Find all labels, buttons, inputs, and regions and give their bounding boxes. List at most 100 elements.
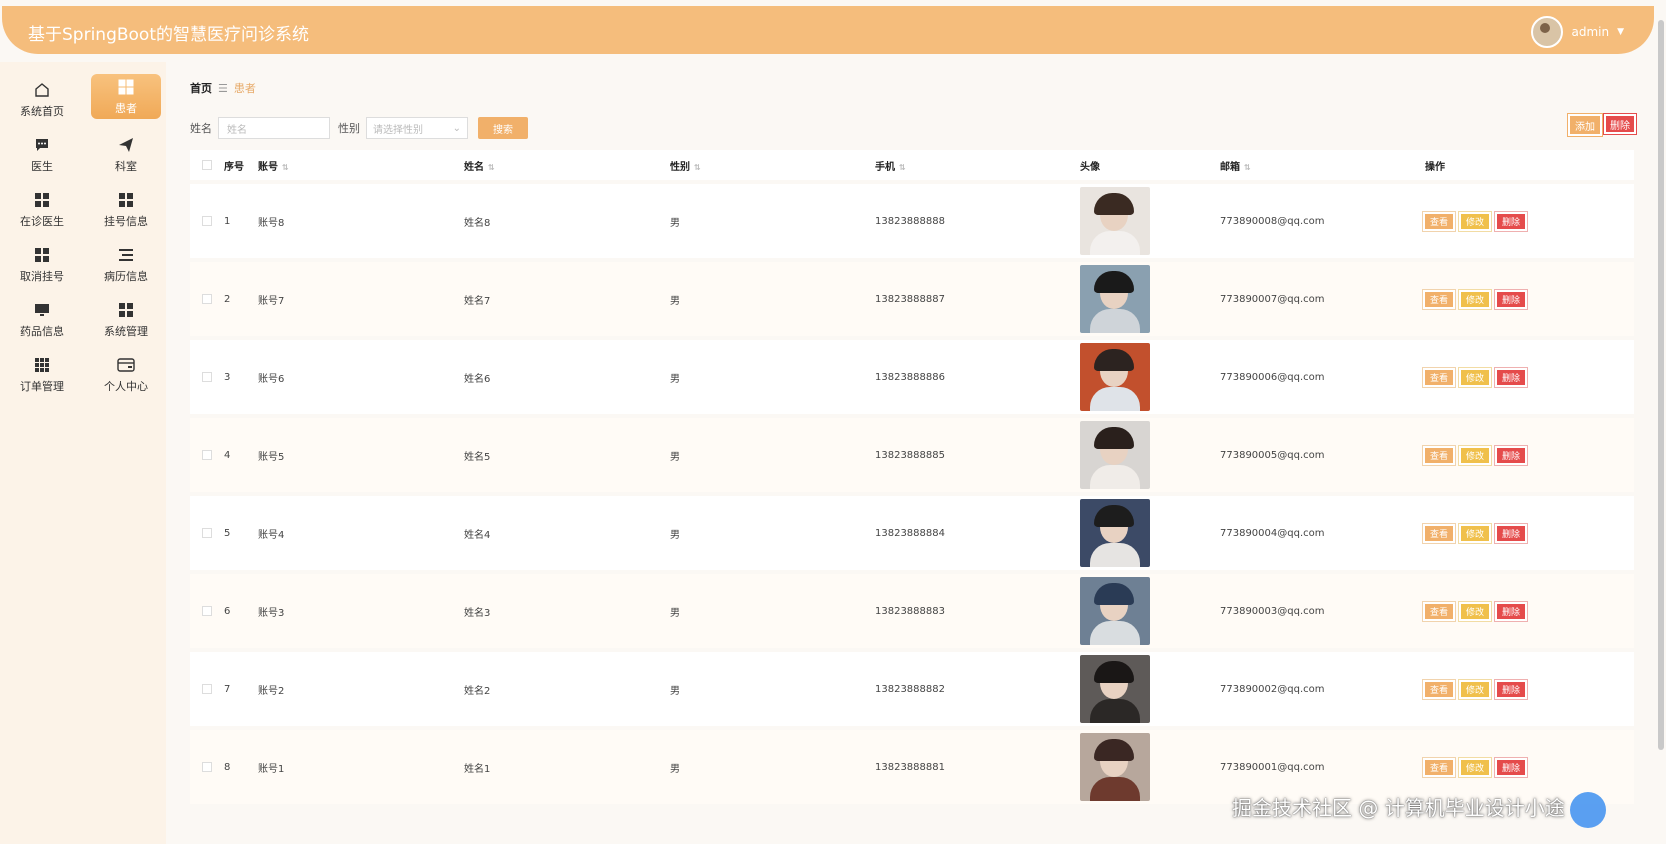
avatar[interactable] (1080, 421, 1150, 489)
view-button[interactable]: 查看 (1425, 525, 1453, 541)
add-button[interactable]: 添加 (1570, 116, 1600, 134)
delete-button[interactable]: 删除 (1497, 213, 1525, 229)
col-header-account[interactable]: 账号 ⇅ (258, 158, 464, 173)
delete-button[interactable]: 删除 (1497, 759, 1525, 775)
table-row[interactable]: 5 账号4 姓名4 男 13823888884 773890004@qq.com… (190, 496, 1634, 570)
cell-email: 773890005@qq.com (1220, 449, 1325, 461)
sidebar-item-label: 科室 (115, 159, 137, 173)
table-row[interactable]: 4 账号5 姓名5 男 13823888885 773890005@qq.com… (190, 418, 1634, 492)
view-button[interactable]: 查看 (1425, 603, 1453, 619)
sidebar-item-profile[interactable]: 个人中心 (84, 347, 168, 402)
name-search-input[interactable]: 姓名 (218, 117, 330, 139)
edit-button[interactable]: 修改 (1461, 603, 1489, 619)
edit-button[interactable]: 修改 (1461, 447, 1489, 463)
cell-gender: 男 (670, 763, 680, 775)
sort-icon[interactable]: ⇅ (694, 163, 701, 172)
sidebar-item-departments[interactable]: 科室 (84, 127, 168, 182)
avatar[interactable] (1080, 265, 1150, 333)
delete-button[interactable]: 删除 (1497, 291, 1525, 307)
cell-account: 账号8 (258, 217, 285, 229)
row-checkbox[interactable] (202, 684, 212, 694)
sidebar-item-drugs[interactable]: 药品信息 (0, 292, 84, 347)
edit-button[interactable]: 修改 (1461, 759, 1489, 775)
sidebar-item-medical-records[interactable]: 病历信息 (84, 237, 168, 292)
cell-account: 账号2 (258, 685, 285, 697)
sidebar-item-cancel-registration[interactable]: 取消挂号 (0, 237, 84, 292)
grid-icon (33, 191, 51, 209)
sidebar-item-patients[interactable]: 患者 (91, 74, 161, 119)
cell-account: 账号6 (258, 373, 285, 385)
table-row[interactable]: 1 账号8 姓名8 男 13823888888 773890008@qq.com… (190, 184, 1634, 258)
avatar[interactable] (1080, 577, 1150, 645)
view-button[interactable]: 查看 (1425, 291, 1453, 307)
sort-icon[interactable]: ⇅ (488, 163, 495, 172)
chat-icon (33, 136, 51, 154)
cell-email: 773890007@qq.com (1220, 293, 1325, 305)
col-header-gender[interactable]: 性别 ⇅ (670, 158, 875, 173)
table-row[interactable]: 2 账号7 姓名7 男 13823888887 773890007@qq.com… (190, 262, 1634, 336)
table-row[interactable]: 6 账号3 姓名3 男 13823888883 773890003@qq.com… (190, 574, 1634, 648)
view-button[interactable]: 查看 (1425, 681, 1453, 697)
grid-icon (117, 301, 135, 319)
sidebar-item-system-admin[interactable]: 系统管理 (84, 292, 168, 347)
delete-button[interactable]: 删除 (1497, 447, 1525, 463)
breadcrumb-home[interactable]: 首页 (190, 80, 212, 96)
row-checkbox[interactable] (202, 762, 212, 772)
sidebar-item-on-duty-doctors[interactable]: 在诊医生 (0, 182, 84, 237)
avatar[interactable] (1080, 187, 1150, 255)
delete-button[interactable]: 删除 (1497, 369, 1525, 385)
user-avatar[interactable] (1531, 16, 1564, 48)
search-button[interactable]: 搜索 (478, 117, 528, 139)
row-checkbox[interactable] (202, 372, 212, 382)
sort-icon[interactable]: ⇅ (282, 163, 289, 172)
avatar[interactable] (1080, 499, 1150, 567)
col-header-label: 性别 (670, 161, 690, 173)
delete-button[interactable]: 删除 (1497, 681, 1525, 697)
sidebar-item-registration[interactable]: 挂号信息 (84, 182, 168, 237)
edit-button[interactable]: 修改 (1461, 291, 1489, 307)
col-header-name[interactable]: 姓名 ⇅ (464, 158, 670, 173)
chevron-down-icon[interactable]: ▼ (1617, 27, 1624, 37)
table-row[interactable]: 3 账号6 姓名6 男 13823888886 773890006@qq.com… (190, 340, 1634, 414)
row-checkbox[interactable] (202, 606, 212, 616)
delete-button[interactable]: 删除 (1497, 603, 1525, 619)
user-menu[interactable]: admin ▼ (1531, 16, 1624, 48)
col-header-email[interactable]: 邮箱 ⇅ (1220, 158, 1425, 173)
row-checkbox[interactable] (202, 450, 212, 460)
edit-button[interactable]: 修改 (1461, 369, 1489, 385)
avatar[interactable] (1080, 655, 1150, 723)
sidebar-item-label: 病历信息 (104, 269, 148, 283)
row-checkbox[interactable] (202, 294, 212, 304)
cell-name: 姓名4 (464, 529, 491, 541)
avatar[interactable] (1080, 343, 1150, 411)
row-checkbox[interactable] (202, 216, 212, 226)
bulk-delete-button[interactable]: 删除 (1606, 116, 1634, 132)
gender-select[interactable]: 请选择性别 ⌄ (366, 117, 468, 139)
view-button[interactable]: 查看 (1425, 213, 1453, 229)
sort-icon[interactable]: ⇅ (899, 163, 906, 172)
edit-button[interactable]: 修改 (1461, 681, 1489, 697)
page-scrollbar[interactable] (1658, 20, 1664, 750)
view-button[interactable]: 查看 (1425, 447, 1453, 463)
avatar[interactable] (1080, 733, 1150, 801)
col-header-label: 账号 (258, 161, 278, 173)
cell-no: 6 (224, 605, 231, 617)
view-button[interactable]: 查看 (1425, 759, 1453, 775)
watermark-text: 掘金技术社区 @ 计算机毕业设计小途 (1232, 796, 1565, 820)
select-all-checkbox[interactable] (202, 160, 212, 170)
col-header-label: 姓名 (464, 161, 484, 173)
delete-button[interactable]: 删除 (1497, 525, 1525, 541)
sidebar-item-home[interactable]: 系统首页 (0, 72, 84, 127)
col-header-phone[interactable]: 手机 ⇅ (875, 158, 1080, 173)
view-button[interactable]: 查看 (1425, 369, 1453, 385)
edit-button[interactable]: 修改 (1461, 525, 1489, 541)
floating-assistant-icon[interactable] (1570, 792, 1606, 828)
edit-button[interactable]: 修改 (1461, 213, 1489, 229)
row-checkbox[interactable] (202, 528, 212, 538)
search-bar: 姓名 姓名 性别 请选择性别 ⌄ 搜索 (190, 116, 1634, 140)
sidebar-item-orders[interactable]: 订单管理 (0, 347, 84, 402)
username[interactable]: admin (1571, 25, 1609, 39)
sidebar-item-doctors[interactable]: 医生 (0, 127, 84, 182)
table-row[interactable]: 7 账号2 姓名2 男 13823888882 773890002@qq.com… (190, 652, 1634, 726)
sort-icon[interactable]: ⇅ (1244, 163, 1251, 172)
